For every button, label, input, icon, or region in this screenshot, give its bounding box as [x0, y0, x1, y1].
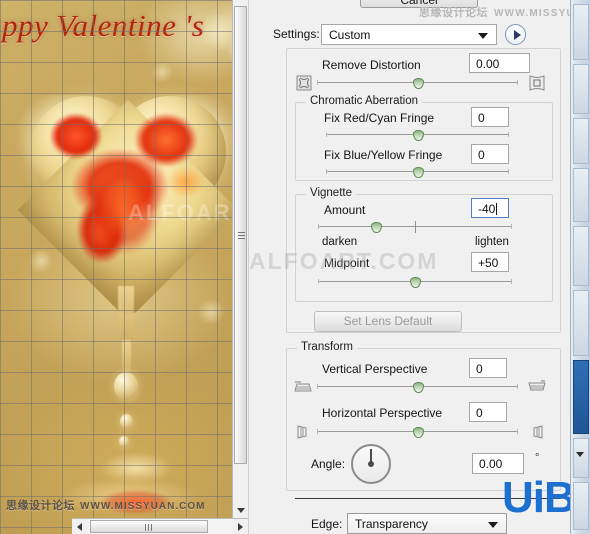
vignette-amount-value[interactable]: -40 — [471, 198, 509, 218]
horizontal-perspective-value[interactable]: 0 — [469, 402, 507, 422]
section-divider — [295, 498, 561, 499]
perspective-bottom-icon[interactable] — [527, 378, 549, 398]
preview-grid-overlay — [0, 0, 248, 534]
play-triangle-icon — [514, 30, 521, 40]
vignette-amount-label: Amount — [324, 203, 366, 217]
chevron-right-icon — [238, 523, 243, 531]
image-preview-pane[interactable]: appy Valentine 's ALFOART.COM 思缘设计论坛WWW.… — [0, 0, 248, 534]
background-panel-segment — [573, 4, 589, 60]
background-panel-segment — [573, 64, 589, 114]
perspective-right-icon[interactable] — [527, 423, 549, 443]
watermark-missyuan-url: WWW.MISSYUAN.COM — [494, 8, 570, 19]
preview-horizontal-scrollbar[interactable] — [72, 518, 248, 534]
preview-vertical-scrollbar[interactable] — [232, 0, 248, 518]
slider-thumb[interactable] — [371, 220, 383, 234]
angle-value[interactable]: 0.00 — [472, 453, 524, 474]
settings-dropdown[interactable]: Custom — [321, 24, 497, 45]
cancel-button[interactable]: Cancel — [360, 0, 478, 8]
background-panel-segment — [573, 438, 589, 478]
lens-settings-group: Remove Distortion 0.00 Chromatic Aberrat… — [286, 48, 561, 333]
chevron-down-icon — [576, 452, 584, 457]
slider-thumb[interactable] — [412, 380, 424, 394]
slider-thumb[interactable] — [412, 76, 424, 90]
settings-dropdown-value: Custom — [329, 28, 371, 42]
fix-red-cyan-fringe-slider[interactable] — [326, 128, 509, 142]
degree-symbol: ° — [535, 452, 540, 464]
fix-red-cyan-fringe-label: Fix Red/Cyan Fringe — [324, 111, 435, 125]
vignette-group: Vignette Amount -40 darken lighten Midpo… — [295, 187, 553, 302]
preview-vertical-scroll-thumb[interactable] — [234, 6, 247, 464]
preview-scroll-right-button[interactable] — [232, 519, 248, 534]
transform-title: Transform — [297, 341, 357, 353]
horizontal-perspective-slider[interactable] — [317, 425, 518, 439]
pincushion-distortion-icon[interactable] — [295, 74, 317, 94]
vignette-midpoint-label: Midpoint — [324, 256, 370, 270]
chromatic-aberration-group: Chromatic Aberration Fix Red/Cyan Fringe… — [295, 95, 553, 181]
lens-correction-dialog: appy Valentine 's ALFOART.COM 思缘设计论坛WWW.… — [0, 0, 590, 534]
background-panel-segment — [573, 290, 589, 356]
background-panel-segment — [573, 226, 589, 286]
edge-dropdown[interactable]: Transparency — [347, 513, 507, 534]
chevron-down-icon — [488, 522, 498, 528]
text-caret — [496, 203, 498, 215]
slider-thumb[interactable] — [412, 128, 424, 142]
preview-horizontal-scroll-thumb[interactable] — [90, 520, 208, 533]
lens-correction-options-pane: Cancel 思缘设计论坛WWW.MISSYUAN.COM Settings: … — [248, 0, 570, 534]
remove-distortion-slider[interactable] — [317, 76, 518, 90]
slider-thumb[interactable] — [412, 165, 424, 179]
background-panel-selected-segment — [573, 360, 589, 434]
vignette-lighten-hint: lighten — [475, 236, 509, 248]
preview-scroll-down-button[interactable] — [233, 502, 248, 518]
background-window-strip — [570, 0, 590, 534]
background-panel-segment — [573, 482, 589, 530]
vignette-darken-hint: darken — [322, 236, 358, 248]
vignette-amount-text: -40 — [478, 202, 496, 216]
fix-blue-yellow-fringe-slider[interactable] — [326, 165, 509, 179]
chevron-down-icon — [478, 33, 488, 39]
watermark-missyuan-url: WWW.MISSYUAN.COM — [80, 501, 206, 512]
vignette-title: Vignette — [306, 187, 356, 199]
vertical-perspective-label: Vertical Perspective — [322, 362, 428, 376]
remove-distortion-label: Remove Distortion — [322, 58, 421, 72]
vertical-perspective-slider[interactable] — [317, 380, 518, 394]
edge-dropdown-value: Transparency — [355, 517, 428, 531]
slider-thumb[interactable] — [412, 425, 424, 439]
preview-scroll-left-button[interactable] — [72, 519, 88, 534]
settings-label: Settings: — [273, 27, 320, 41]
vertical-perspective-value[interactable]: 0 — [469, 358, 507, 378]
remove-distortion-value[interactable]: 0.00 — [469, 53, 530, 73]
chevron-left-icon — [77, 523, 82, 531]
slider-thumb[interactable] — [410, 275, 421, 289]
horizontal-perspective-label: Horizontal Perspective — [322, 406, 443, 420]
fix-red-cyan-fringe-value[interactable]: 0 — [471, 107, 509, 127]
settings-menu-button[interactable] — [505, 24, 526, 45]
fix-blue-yellow-fringe-value[interactable]: 0 — [471, 144, 509, 164]
watermark-missyuan-cn: 思缘设计论坛 — [6, 500, 75, 512]
perspective-left-icon[interactable] — [293, 423, 315, 443]
set-lens-default-button[interactable]: Set Lens Default — [314, 311, 462, 332]
background-panel-segment — [573, 118, 589, 164]
edge-label: Edge: — [311, 517, 343, 531]
vignette-amount-slider[interactable] — [318, 220, 512, 234]
barrel-distortion-icon[interactable] — [527, 74, 549, 94]
angle-dial-icon[interactable] — [351, 444, 391, 484]
watermark-missyuan-preview: 思缘设计论坛 WWW.MISSYUAN.COM — [6, 497, 205, 513]
slider-center-tick — [415, 221, 416, 233]
background-panel-segment — [573, 168, 589, 222]
angle-label: Angle: — [311, 457, 346, 471]
angle-dial-hub — [368, 461, 374, 467]
chromatic-aberration-title: Chromatic Aberration — [306, 95, 423, 107]
chevron-down-icon — [237, 508, 245, 513]
vignette-midpoint-slider[interactable] — [318, 275, 512, 289]
fix-blue-yellow-fringe-label: Fix Blue/Yellow Fringe — [324, 148, 443, 162]
perspective-top-icon[interactable] — [293, 378, 315, 398]
vignette-midpoint-value[interactable]: +50 — [471, 252, 509, 272]
